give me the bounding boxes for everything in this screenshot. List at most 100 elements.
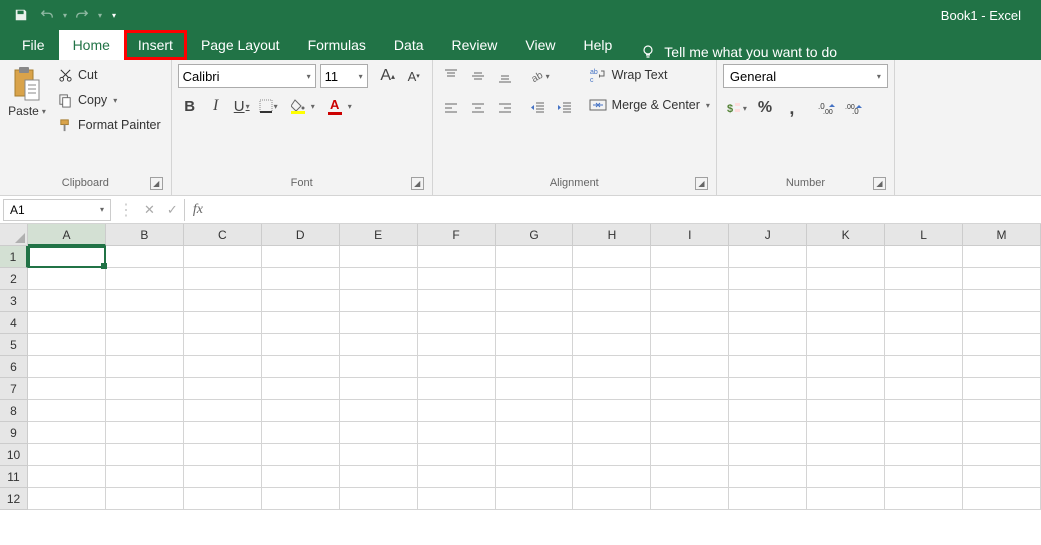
row-header[interactable]: 7 [0,378,28,400]
tab-home[interactable]: Home [59,30,124,60]
tab-file[interactable]: File [8,30,59,60]
cell[interactable] [262,488,340,510]
cell[interactable] [651,312,729,334]
tab-review[interactable]: Review [438,30,512,60]
cell[interactable] [885,444,963,466]
cell[interactable] [496,290,574,312]
cell[interactable] [340,422,418,444]
cell[interactable] [729,356,807,378]
cell[interactable] [184,312,262,334]
cell[interactable] [418,488,496,510]
cell[interactable] [807,246,885,268]
column-header[interactable]: A [28,224,106,246]
cell[interactable] [106,246,184,268]
cell[interactable] [262,312,340,334]
cell[interactable] [106,488,184,510]
column-header[interactable]: L [885,224,963,246]
row-header[interactable]: 3 [0,290,28,312]
cell[interactable] [573,246,651,268]
save-button[interactable] [10,4,32,26]
cell[interactable] [184,488,262,510]
cell[interactable] [262,422,340,444]
cell[interactable] [963,488,1041,510]
cell[interactable] [28,312,106,334]
increase-indent-button[interactable] [553,96,577,120]
cell[interactable] [885,466,963,488]
paste-button[interactable]: Paste▾ [6,64,48,175]
cell[interactable] [885,290,963,312]
cell[interactable] [106,444,184,466]
cell[interactable] [573,488,651,510]
cell[interactable] [573,268,651,290]
row-header[interactable]: 10 [0,444,28,466]
cell[interactable] [807,466,885,488]
cell[interactable] [106,466,184,488]
cell[interactable] [573,356,651,378]
tab-data[interactable]: Data [380,30,438,60]
cell[interactable] [496,312,574,334]
tab-insert[interactable]: Insert [124,30,187,60]
cell[interactable] [651,488,729,510]
cell[interactable] [729,400,807,422]
font-dialog-launcher[interactable]: ◢ [411,177,424,190]
cell[interactable] [729,444,807,466]
cell[interactable] [418,444,496,466]
cell[interactable] [807,356,885,378]
tell-me-search[interactable]: Tell me what you want to do [626,44,837,60]
cell[interactable] [184,356,262,378]
insert-function-button[interactable]: fx [185,202,211,218]
cell[interactable] [807,444,885,466]
column-header[interactable]: I [651,224,729,246]
cell[interactable] [418,400,496,422]
cell[interactable] [262,466,340,488]
cell[interactable] [340,444,418,466]
cell[interactable] [651,400,729,422]
cell[interactable] [729,378,807,400]
cell[interactable] [885,488,963,510]
cell[interactable] [963,334,1041,356]
cell[interactable] [418,290,496,312]
wrap-text-button[interactable]: abc Wrap Text [589,64,710,86]
align-left-button[interactable] [439,96,463,120]
cell[interactable] [963,356,1041,378]
cell[interactable] [963,246,1041,268]
row-header[interactable]: 2 [0,268,28,290]
cell[interactable] [496,488,574,510]
cell[interactable] [184,400,262,422]
cell[interactable] [963,466,1041,488]
cell[interactable] [496,378,574,400]
cell[interactable] [418,466,496,488]
number-format-dropdown[interactable]: General▾ [723,64,888,88]
italic-button[interactable]: I [204,94,228,118]
row-header[interactable]: 6 [0,356,28,378]
cell[interactable] [340,400,418,422]
column-header[interactable]: M [963,224,1041,246]
decrease-font-button[interactable]: A▾ [402,64,426,88]
cell[interactable] [340,268,418,290]
cell[interactable] [651,422,729,444]
align-middle-button[interactable] [466,64,490,88]
cell[interactable] [106,312,184,334]
cell[interactable] [28,334,106,356]
cell[interactable] [340,334,418,356]
cell[interactable] [573,334,651,356]
cell[interactable] [573,444,651,466]
underline-button[interactable]: U▾ [230,94,254,118]
cell[interactable] [963,422,1041,444]
cell[interactable] [184,422,262,444]
cell[interactable] [106,290,184,312]
enter-formula-button[interactable]: ✓ [167,202,178,218]
qat-customize-icon[interactable]: ▾ [112,11,116,20]
increase-font-button[interactable]: A▴ [376,64,400,88]
cell[interactable] [262,334,340,356]
decrease-decimal-button[interactable]: .00.0 [842,96,866,120]
cell[interactable] [651,246,729,268]
column-header[interactable]: C [184,224,262,246]
font-size-dropdown[interactable]: 11▾ [320,64,368,88]
cell[interactable] [573,400,651,422]
cell[interactable] [184,246,262,268]
cell[interactable] [184,334,262,356]
font-color-button[interactable]: A▾ [320,94,355,118]
cell[interactable] [885,246,963,268]
percent-button[interactable]: % [753,96,777,120]
